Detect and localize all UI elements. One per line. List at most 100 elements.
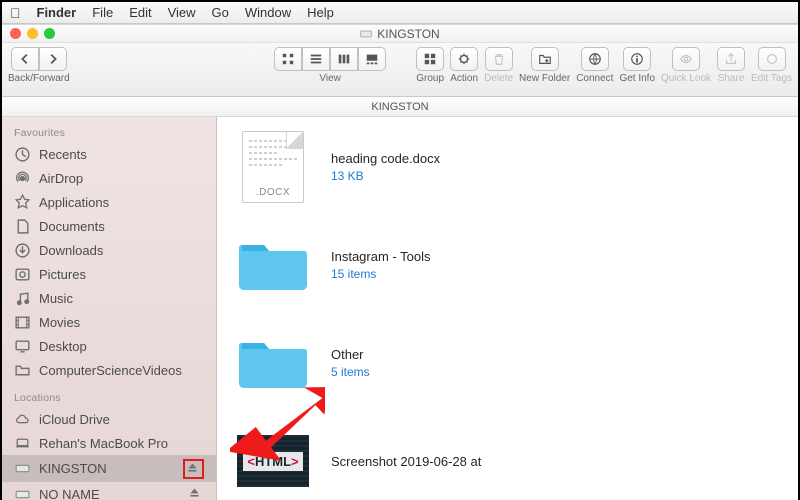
file-row[interactable]: Instagram - Tools15 items — [237, 229, 778, 301]
edit-tags-label: Edit Tags — [751, 73, 792, 84]
minimize-button[interactable] — [27, 28, 38, 39]
menu-edit[interactable]: Edit — [129, 5, 151, 20]
action-label: Action — [450, 73, 478, 84]
sidebar-item-desktop[interactable]: Desktop — [2, 334, 216, 358]
file-subtitle: 15 items — [331, 267, 430, 281]
finder-window: KINGSTON Back/Forward View Group — [2, 24, 798, 500]
sidebar-item-label: Rehan's MacBook Pro — [39, 436, 168, 451]
menubar:  Finder File Edit View Go Window Help — [2, 2, 798, 24]
menu-help[interactable]: Help — [307, 5, 334, 20]
apple-menu-icon[interactable]:  — [10, 5, 21, 21]
sidebar-item-airdrop[interactable]: AirDrop — [2, 166, 216, 190]
sidebar: Favourites Recents AirDrop Applications Doc… — [2, 117, 217, 500]
sidebar-item-recents[interactable]: Recents — [2, 142, 216, 166]
sidebar-item-movies[interactable]: Movies — [2, 310, 216, 334]
action-button[interactable] — [450, 47, 478, 71]
menu-file[interactable]: File — [92, 5, 113, 20]
sidebar-item-icloud-drive[interactable]: iCloud Drive — [2, 407, 216, 431]
traffic-lights — [10, 28, 55, 39]
menu-go[interactable]: Go — [212, 5, 229, 20]
sidebar-item-label: AirDrop — [39, 171, 83, 186]
sidebar-item-label: iCloud Drive — [39, 412, 110, 427]
sidebar-header-favourites: Favourites — [2, 123, 216, 142]
downloads-icon — [14, 242, 31, 259]
laptop-icon — [14, 435, 31, 452]
file-row[interactable]: Other5 items — [237, 327, 778, 399]
view-list-button[interactable] — [302, 47, 330, 71]
view-columns-button[interactable] — [330, 47, 358, 71]
file-row[interactable]: .DOCX heading code.docx 13 KB — [237, 131, 778, 203]
sidebar-item-label: Downloads — [39, 243, 103, 258]
get-info-button[interactable] — [623, 47, 651, 71]
sidebar-item-music[interactable]: Music — [2, 286, 216, 310]
delete-button[interactable] — [485, 47, 513, 71]
sidebar-item-kingston[interactable]: KINGSTON — [2, 455, 216, 482]
app-menu[interactable]: Finder — [37, 5, 77, 20]
back-button[interactable] — [11, 47, 39, 71]
quick-look-label: Quick Look — [661, 73, 711, 84]
eject-icon[interactable] — [183, 459, 204, 479]
quick-look-button[interactable] — [672, 47, 700, 71]
airdrop-icon — [14, 170, 31, 187]
file-row[interactable]: <HTML>Screenshot 2019-06-28 at — [237, 425, 778, 497]
folder-icon — [238, 333, 308, 394]
file-name: heading code.docx — [331, 151, 440, 166]
file-subtitle: 13 KB — [331, 169, 440, 183]
sidebar-item-downloads[interactable]: Downloads — [2, 238, 216, 262]
menu-view[interactable]: View — [168, 5, 196, 20]
sidebar-header-locations: Locations — [2, 388, 216, 407]
sidebar-item-rehan-s-macbook-pro[interactable]: Rehan's MacBook Pro — [2, 431, 216, 455]
group-label: Group — [416, 73, 444, 84]
sidebar-item-computersciencevideos[interactable]: ComputerScienceVideos — [2, 358, 216, 382]
close-button[interactable] — [10, 28, 21, 39]
sidebar-item-label: Applications — [39, 195, 109, 210]
sidebar-item-label: ComputerScienceVideos — [39, 363, 182, 378]
sidebar-item-label: Pictures — [39, 267, 86, 282]
sidebar-item-label: Documents — [39, 219, 105, 234]
sidebar-item-documents[interactable]: Documents — [2, 214, 216, 238]
desktop-icon — [14, 338, 31, 355]
folder-icon — [238, 235, 308, 296]
forward-button[interactable] — [39, 47, 67, 71]
eject-icon[interactable] — [188, 486, 204, 500]
view-icons-button[interactable] — [274, 47, 302, 71]
recents-icon — [14, 146, 31, 163]
maximize-button[interactable] — [44, 28, 55, 39]
toolbar: Back/Forward View Group Action Delete — [2, 43, 798, 97]
path-bar: KINGSTON — [2, 97, 798, 117]
documents-icon — [14, 218, 31, 235]
sidebar-item-label: KINGSTON — [39, 461, 107, 476]
titlebar: KINGSTON — [2, 25, 798, 43]
back-forward-label: Back/Forward — [8, 73, 70, 84]
edit-tags-button[interactable] — [758, 47, 786, 71]
sidebar-item-label: Movies — [39, 315, 80, 330]
get-info-label: Get Info — [619, 73, 655, 84]
docx-icon: .DOCX — [242, 131, 304, 203]
sidebar-item-label: Recents — [39, 147, 87, 162]
sidebar-item-pictures[interactable]: Pictures — [2, 262, 216, 286]
movies-icon — [14, 314, 31, 331]
disk-icon — [14, 460, 31, 477]
folder-icon — [14, 362, 31, 379]
sidebar-item-label: Music — [39, 291, 73, 306]
window-title: KINGSTON — [377, 27, 439, 41]
delete-label: Delete — [484, 73, 513, 84]
music-icon — [14, 290, 31, 307]
applications-icon — [14, 194, 31, 211]
menu-window[interactable]: Window — [245, 5, 291, 20]
connect-label: Connect — [576, 73, 613, 84]
sidebar-item-label: Desktop — [39, 339, 87, 354]
share-button[interactable] — [717, 47, 745, 71]
file-name: Screenshot 2019-06-28 at — [331, 454, 481, 469]
disk-icon — [360, 28, 372, 40]
sidebar-item-no-name[interactable]: NO NAME — [2, 482, 216, 500]
icloud-icon — [14, 411, 31, 428]
view-label: View — [319, 73, 341, 84]
share-label: Share — [718, 73, 745, 84]
group-button[interactable] — [416, 47, 444, 71]
file-subtitle: 5 items — [331, 365, 370, 379]
view-gallery-button[interactable] — [358, 47, 386, 71]
new-folder-button[interactable] — [531, 47, 559, 71]
connect-button[interactable] — [581, 47, 609, 71]
sidebar-item-applications[interactable]: Applications — [2, 190, 216, 214]
